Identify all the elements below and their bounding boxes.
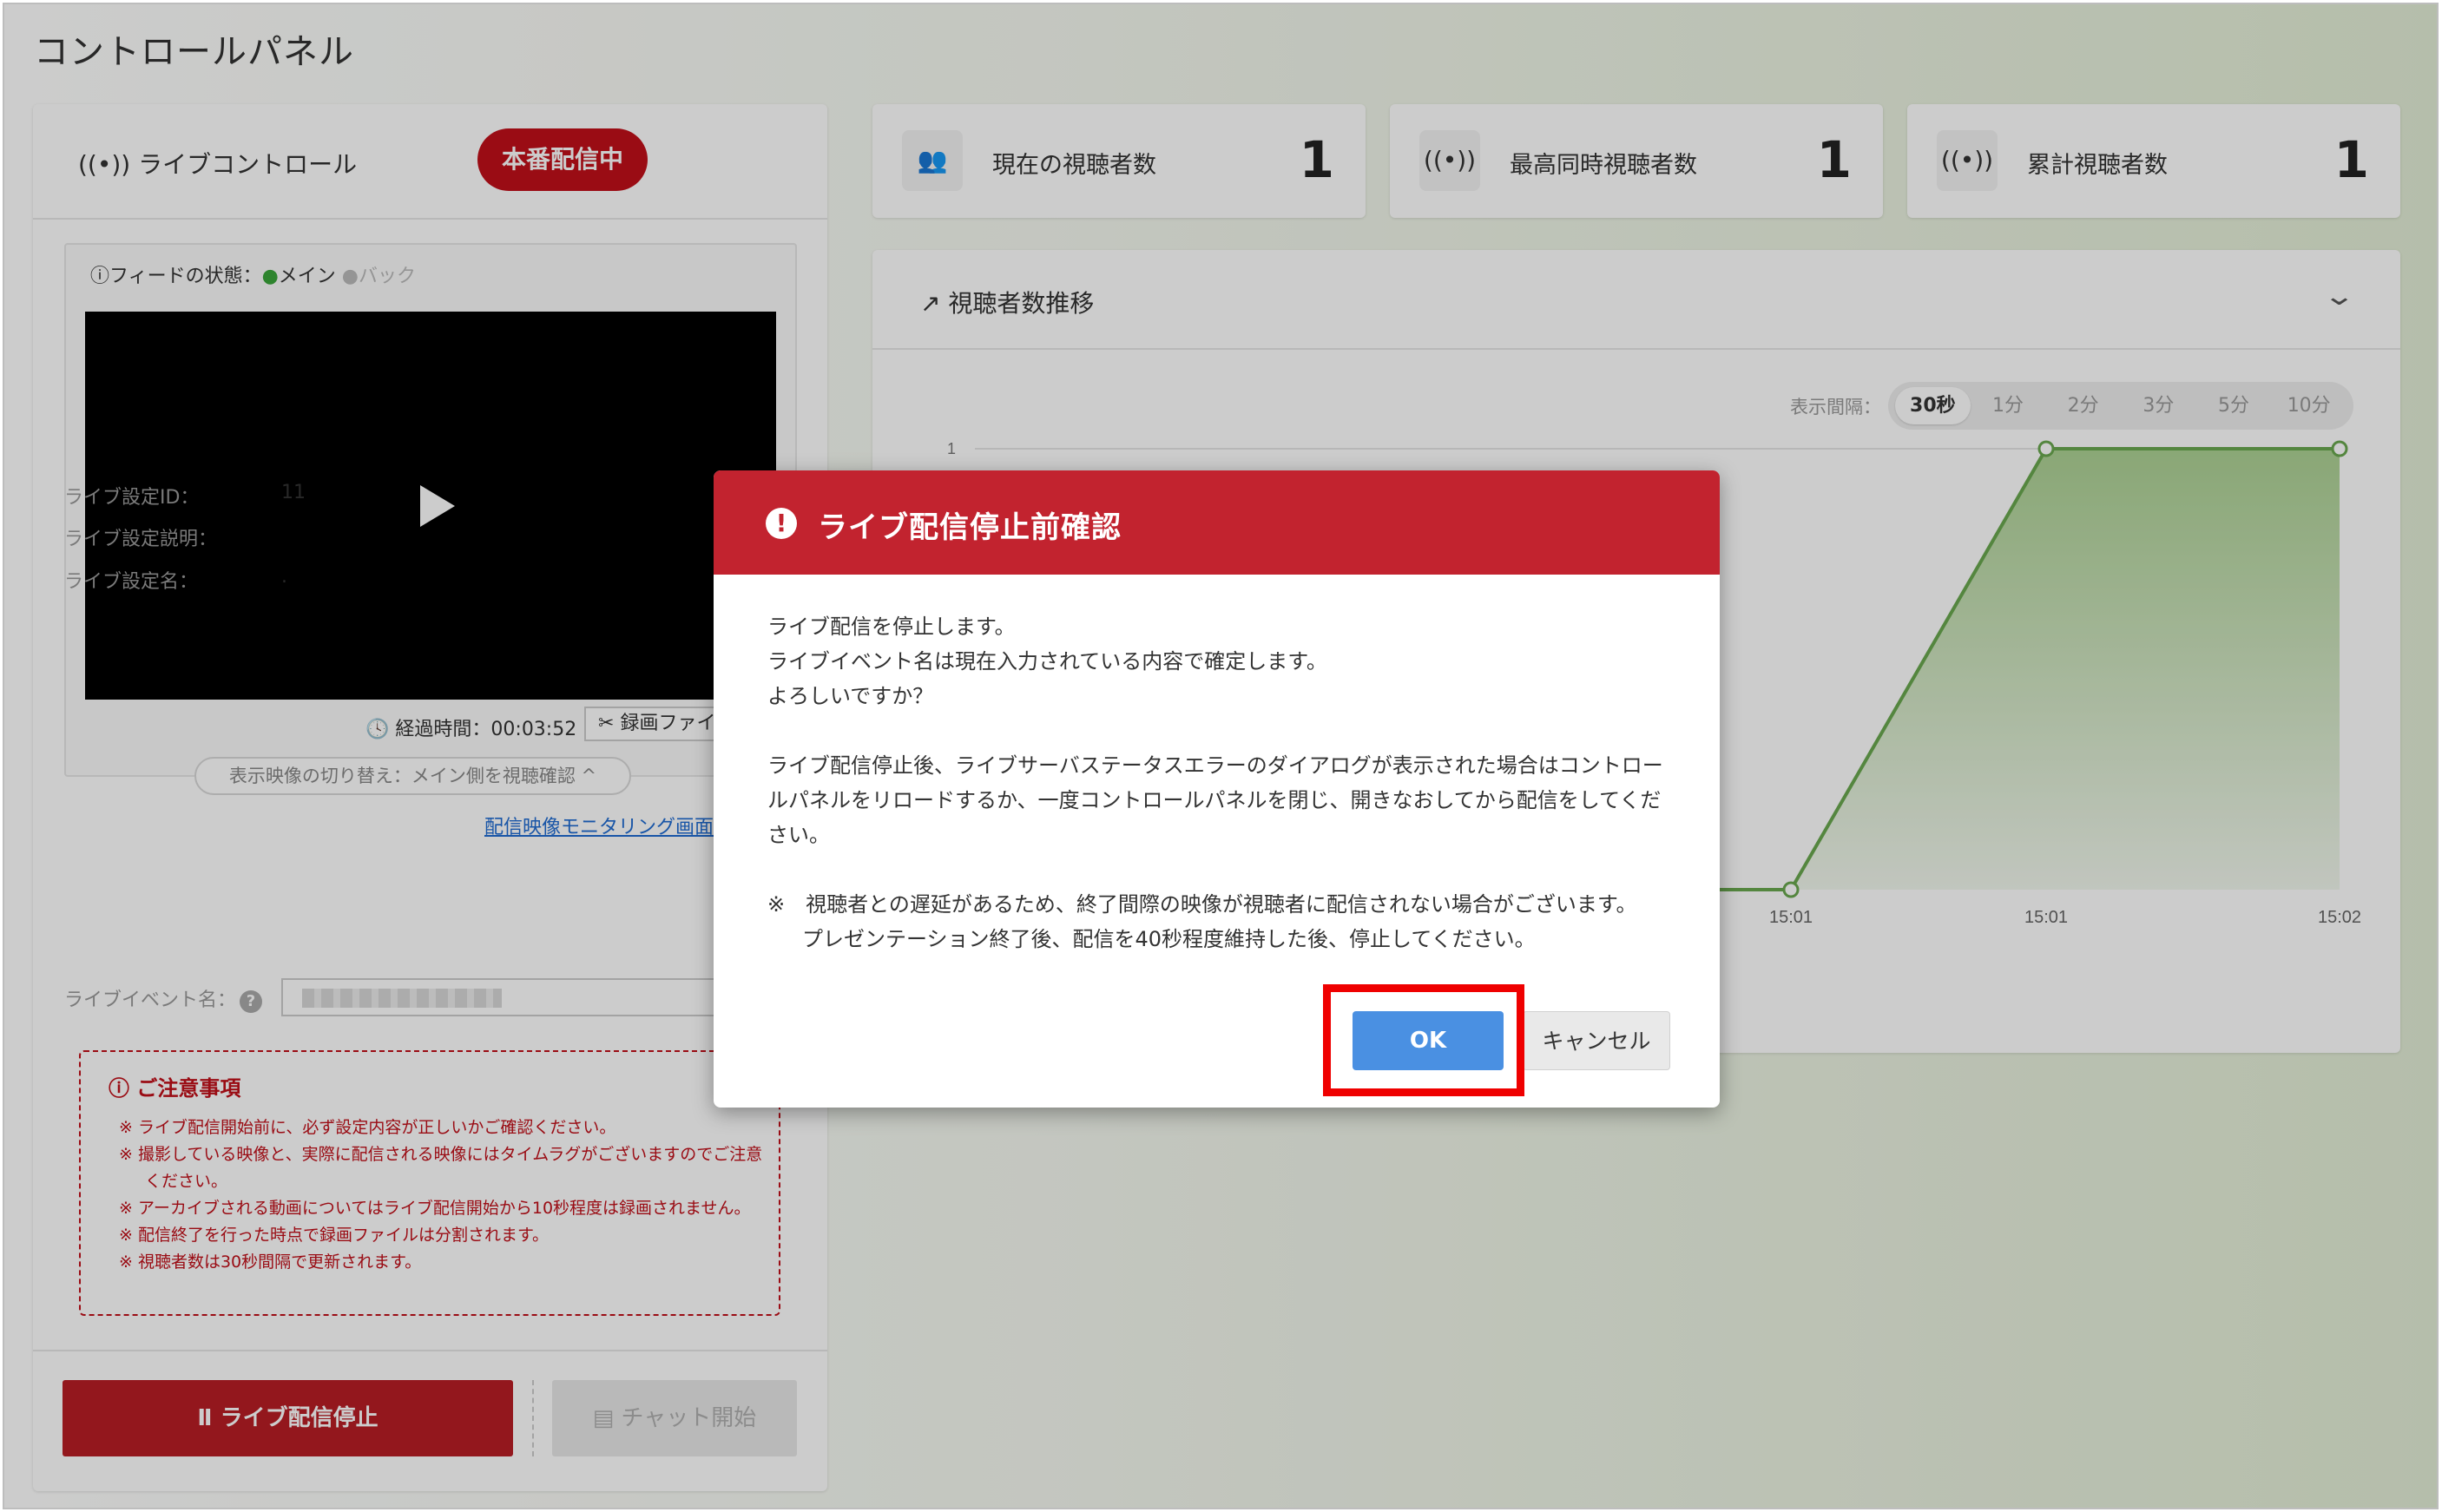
dialog-note-line: プレゼンテーション終了後、配信を40秒程度維持した後、停止してください。 — [802, 927, 1536, 951]
stop-confirm-dialog: ! ライブ配信停止前確認 ライブ配信を停止します。 ライブイベント名は現在入力さ… — [714, 470, 1720, 1108]
dialog-header: ! ライブ配信停止前確認 — [714, 470, 1720, 575]
dialog-line: ライブイベント名は現在入力されている内容で確定します。 — [767, 649, 1327, 674]
dialog-line: よろしいですか？ — [767, 684, 934, 708]
dialog-message: ライブ配信を停止します。 ライブイベント名は現在入力されている内容で確定します。… — [767, 609, 1670, 713]
dialog-body: ライブ配信を停止します。 ライブイベント名は現在入力されている内容で確定します。… — [767, 609, 1670, 957]
dialog-line: ライブ配信を停止します。 — [767, 615, 1016, 639]
app-frame: コントロールパネル ((•)) ライブコントロール 本番配信中 ⓘフィードの状態… — [3, 3, 2439, 1509]
dialog-error-note: ライブ配信停止後、ライブサーバステータスエラーのダイアログが表示された場合はコン… — [767, 753, 1663, 847]
cancel-button[interactable]: キャンセル — [1523, 1011, 1670, 1070]
dialog-title: ライブ配信停止前確認 — [818, 510, 1122, 545]
dialog-delay-note: ※ 視聴者との遅延があるため、終了間際の映像が視聴者に配信されない場合がございま… — [767, 887, 1670, 957]
dialog-note-line: ※ 視聴者との遅延があるため、終了間際の映像が視聴者に配信されない場合がございま… — [767, 892, 1637, 917]
ok-button-highlight — [1323, 984, 1524, 1096]
exclamation-icon: ! — [766, 508, 797, 539]
